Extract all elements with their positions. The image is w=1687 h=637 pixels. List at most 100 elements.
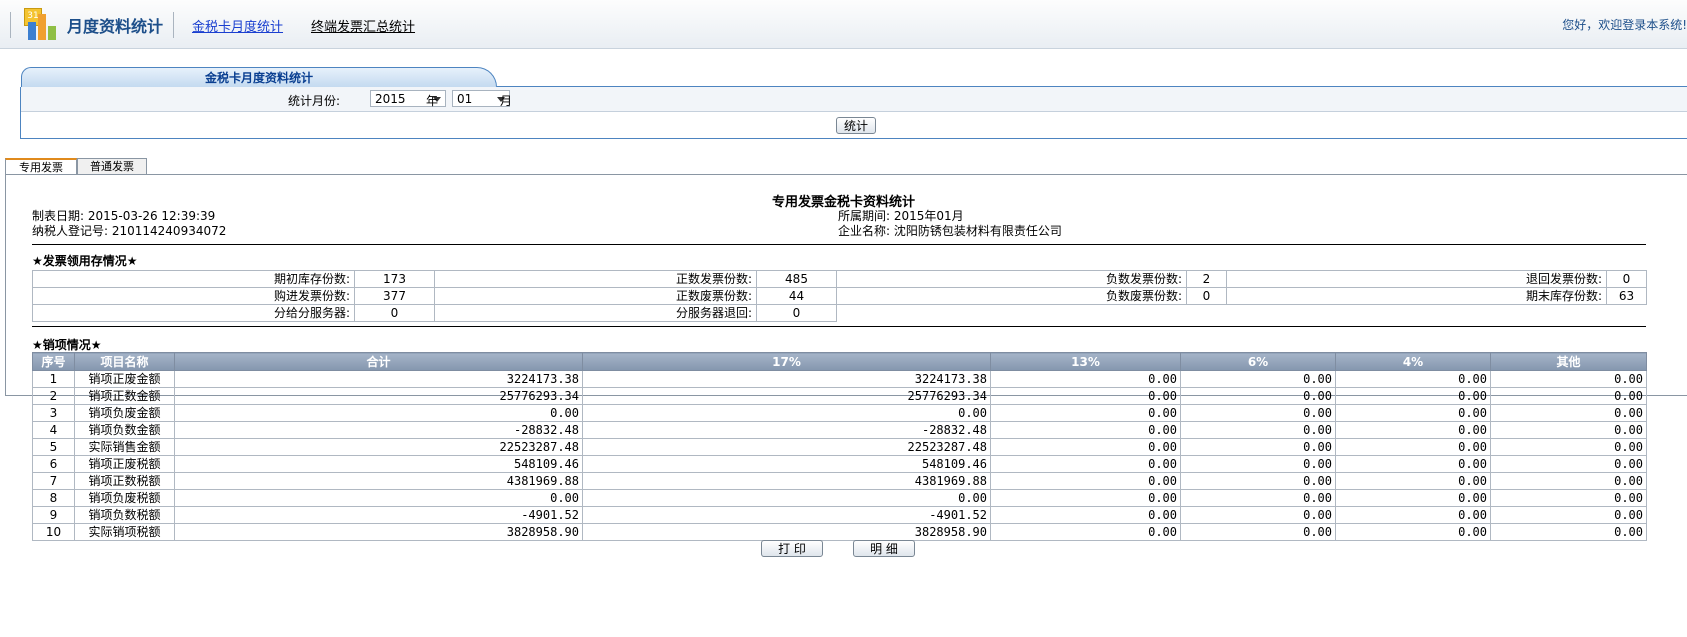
table-row: 期初库存份数: 173 正数发票份数: 485 负数发票份数: 2 退回发票份数: 0 [32,270,1647,288]
row-amount: -28832.48 [174,421,583,439]
nav-link-terminal-summary[interactable]: 终端发票汇总统计 [311,16,415,35]
row-amount: 0.00 [1180,387,1336,405]
app-logo-icon: 31 [24,8,58,40]
tab-special-invoice[interactable]: 专用发票 [5,158,77,174]
row-seq: 3 [32,404,75,422]
app-title: 月度资料统计 [67,17,164,36]
row-amount: 0.00 [582,489,991,507]
row-amount: 0.00 [990,370,1181,388]
col-header-6: 6% [1180,352,1336,371]
row-amount: 0.00 [1490,489,1647,507]
row-item-name: 销项正数金额 [74,387,175,405]
row-amount: 0.00 [990,523,1181,541]
divider [173,12,174,38]
row-amount: 0.00 [990,438,1181,456]
tab-general-invoice[interactable]: 普通发票 [77,158,147,174]
stat-button[interactable]: 统计 [836,117,876,134]
row-amount: 0.00 [1335,523,1491,541]
col-header-other: 其他 [1490,352,1647,371]
row-amount: 0.00 [1490,438,1647,456]
row-item-name: 实际销售金额 [74,438,175,456]
row-amount: 0.00 [990,455,1181,473]
row-amount: -4901.52 [174,506,583,524]
row-amount: 0.00 [1180,472,1336,490]
row-amount: 548109.46 [174,455,583,473]
row-amount: -4901.52 [582,506,991,524]
row-amount: 0.00 [174,404,583,422]
row-amount: 0.00 [1180,489,1336,507]
row-amount: 0.00 [990,387,1181,405]
detail-button[interactable]: 明 细 [853,540,915,557]
row-amount: 0.00 [174,489,583,507]
row-amount: 0.00 [1180,421,1336,439]
row-seq: 9 [32,506,75,524]
month-label: 统计月份: [288,94,341,108]
print-button[interactable]: 打 印 [761,540,823,557]
company-name: 企业名称: 沈阳防锈包装材料有限责任公司 [838,224,1062,238]
row-seq: 6 [32,455,75,473]
stock-table: 期初库存份数: 173 正数发票份数: 485 负数发票份数: 2 退回发票份数: 0 … [32,270,1647,322]
row-item-name: 销项负数金额 [74,421,175,439]
nav-link-card-monthly[interactable]: 金税卡月度统计 [192,16,283,35]
table-row: 1 销项正废金额 3224173.38 3224173.38 0.00 0.00 0.00 0… [32,370,1647,388]
month-row: 统计月份: 2015 年 01 月 [21,87,1687,112]
col-header-seq: 序号 [32,352,75,371]
table-row: 3 销项负废金额 0.00 0.00 0.00 0.00 0.00 0.00 [32,404,1647,422]
row-item-name: 销项负数税额 [74,506,175,524]
table-header-row: 序号 项目名称 合计 17% 13% 6% 4% 其他 [32,352,1647,371]
row-amount: 0.00 [1335,404,1491,422]
table-row: 8 销项负废税额 0.00 0.00 0.00 0.00 0.00 0.00 [32,489,1647,507]
row-amount: 0.00 [1335,506,1491,524]
table-row: 5 实际销售金额 22523287.48 22523287.48 0.00 0.00 0.0… [32,438,1647,456]
row-seq: 5 [32,438,75,456]
row-amount: 0.00 [1335,455,1491,473]
row-amount: 0.00 [1490,523,1647,541]
row-amount: 3224173.38 [174,370,583,388]
table-row: 2 销项正数金额 25776293.34 25776293.34 0.00 0.00 0.0… [32,387,1647,405]
month-unit: 月 [500,94,513,108]
row-amount: 0.00 [1335,421,1491,439]
row-amount: 0.00 [1180,404,1336,422]
criteria-panel: 统计月份: 2015 年 01 月 统计 [20,87,1687,139]
row-amount: 0.00 [1335,438,1491,456]
col-header-13: 13% [990,352,1181,371]
divider [32,244,1646,245]
row-amount: 25776293.34 [174,387,583,405]
row-seq: 2 [32,387,75,405]
table-row: 9 销项负数税额 -4901.52 -4901.52 0.00 0.00 0.00 0.00 [32,506,1647,524]
row-seq: 1 [32,370,75,388]
row-item-name: 销项正废金额 [74,370,175,388]
table-row: 7 销项正数税额 4381969.88 4381969.88 0.00 0.00 0.00 0… [32,472,1647,490]
row-amount: 0.00 [990,489,1181,507]
section-sales-title: ★销项情况★ [32,338,102,352]
row-amount: 0.00 [990,404,1181,422]
col-header-item: 项目名称 [74,352,175,371]
row-seq: 7 [32,472,75,490]
top-header: 31 月度资料统计 金税卡月度统计 终端发票汇总统计 您好，欢迎登录本系统! [0,0,1687,49]
table-row: 6 销项正废税额 548109.46 548109.46 0.00 0.00 0.00 0.0… [32,455,1647,473]
row-amount: 0.00 [1180,370,1336,388]
row-amount: 0.00 [1490,506,1647,524]
row-amount: 0.00 [990,506,1181,524]
col-header-17: 17% [582,352,991,371]
row-seq: 4 [32,421,75,439]
row-amount: 0.00 [1180,506,1336,524]
row-amount: 0.00 [1490,370,1647,388]
row-amount: -28832.48 [582,421,991,439]
row-amount: 0.00 [1180,455,1336,473]
table-row: 分给分服务器: 0 分服务器退回: 0 [32,304,1647,322]
year-unit: 年 [426,94,439,108]
row-amount: 22523287.48 [174,438,583,456]
row-amount: 3224173.38 [582,370,991,388]
row-amount: 0.00 [1490,455,1647,473]
row-amount: 0.00 [990,472,1181,490]
row-amount: 0.00 [1335,489,1491,507]
row-amount: 0.00 [1335,370,1491,388]
row-amount: 0.00 [1490,421,1647,439]
row-amount: 3828958.90 [582,523,991,541]
row-seq: 10 [32,523,75,541]
row-item-name: 销项正数税额 [74,472,175,490]
row-amount: 0.00 [1180,438,1336,456]
row-amount: 0.00 [1490,404,1647,422]
table-row: 10 实际销项税额 3828958.90 3828958.90 0.00 0.00 0.00… [32,523,1647,541]
